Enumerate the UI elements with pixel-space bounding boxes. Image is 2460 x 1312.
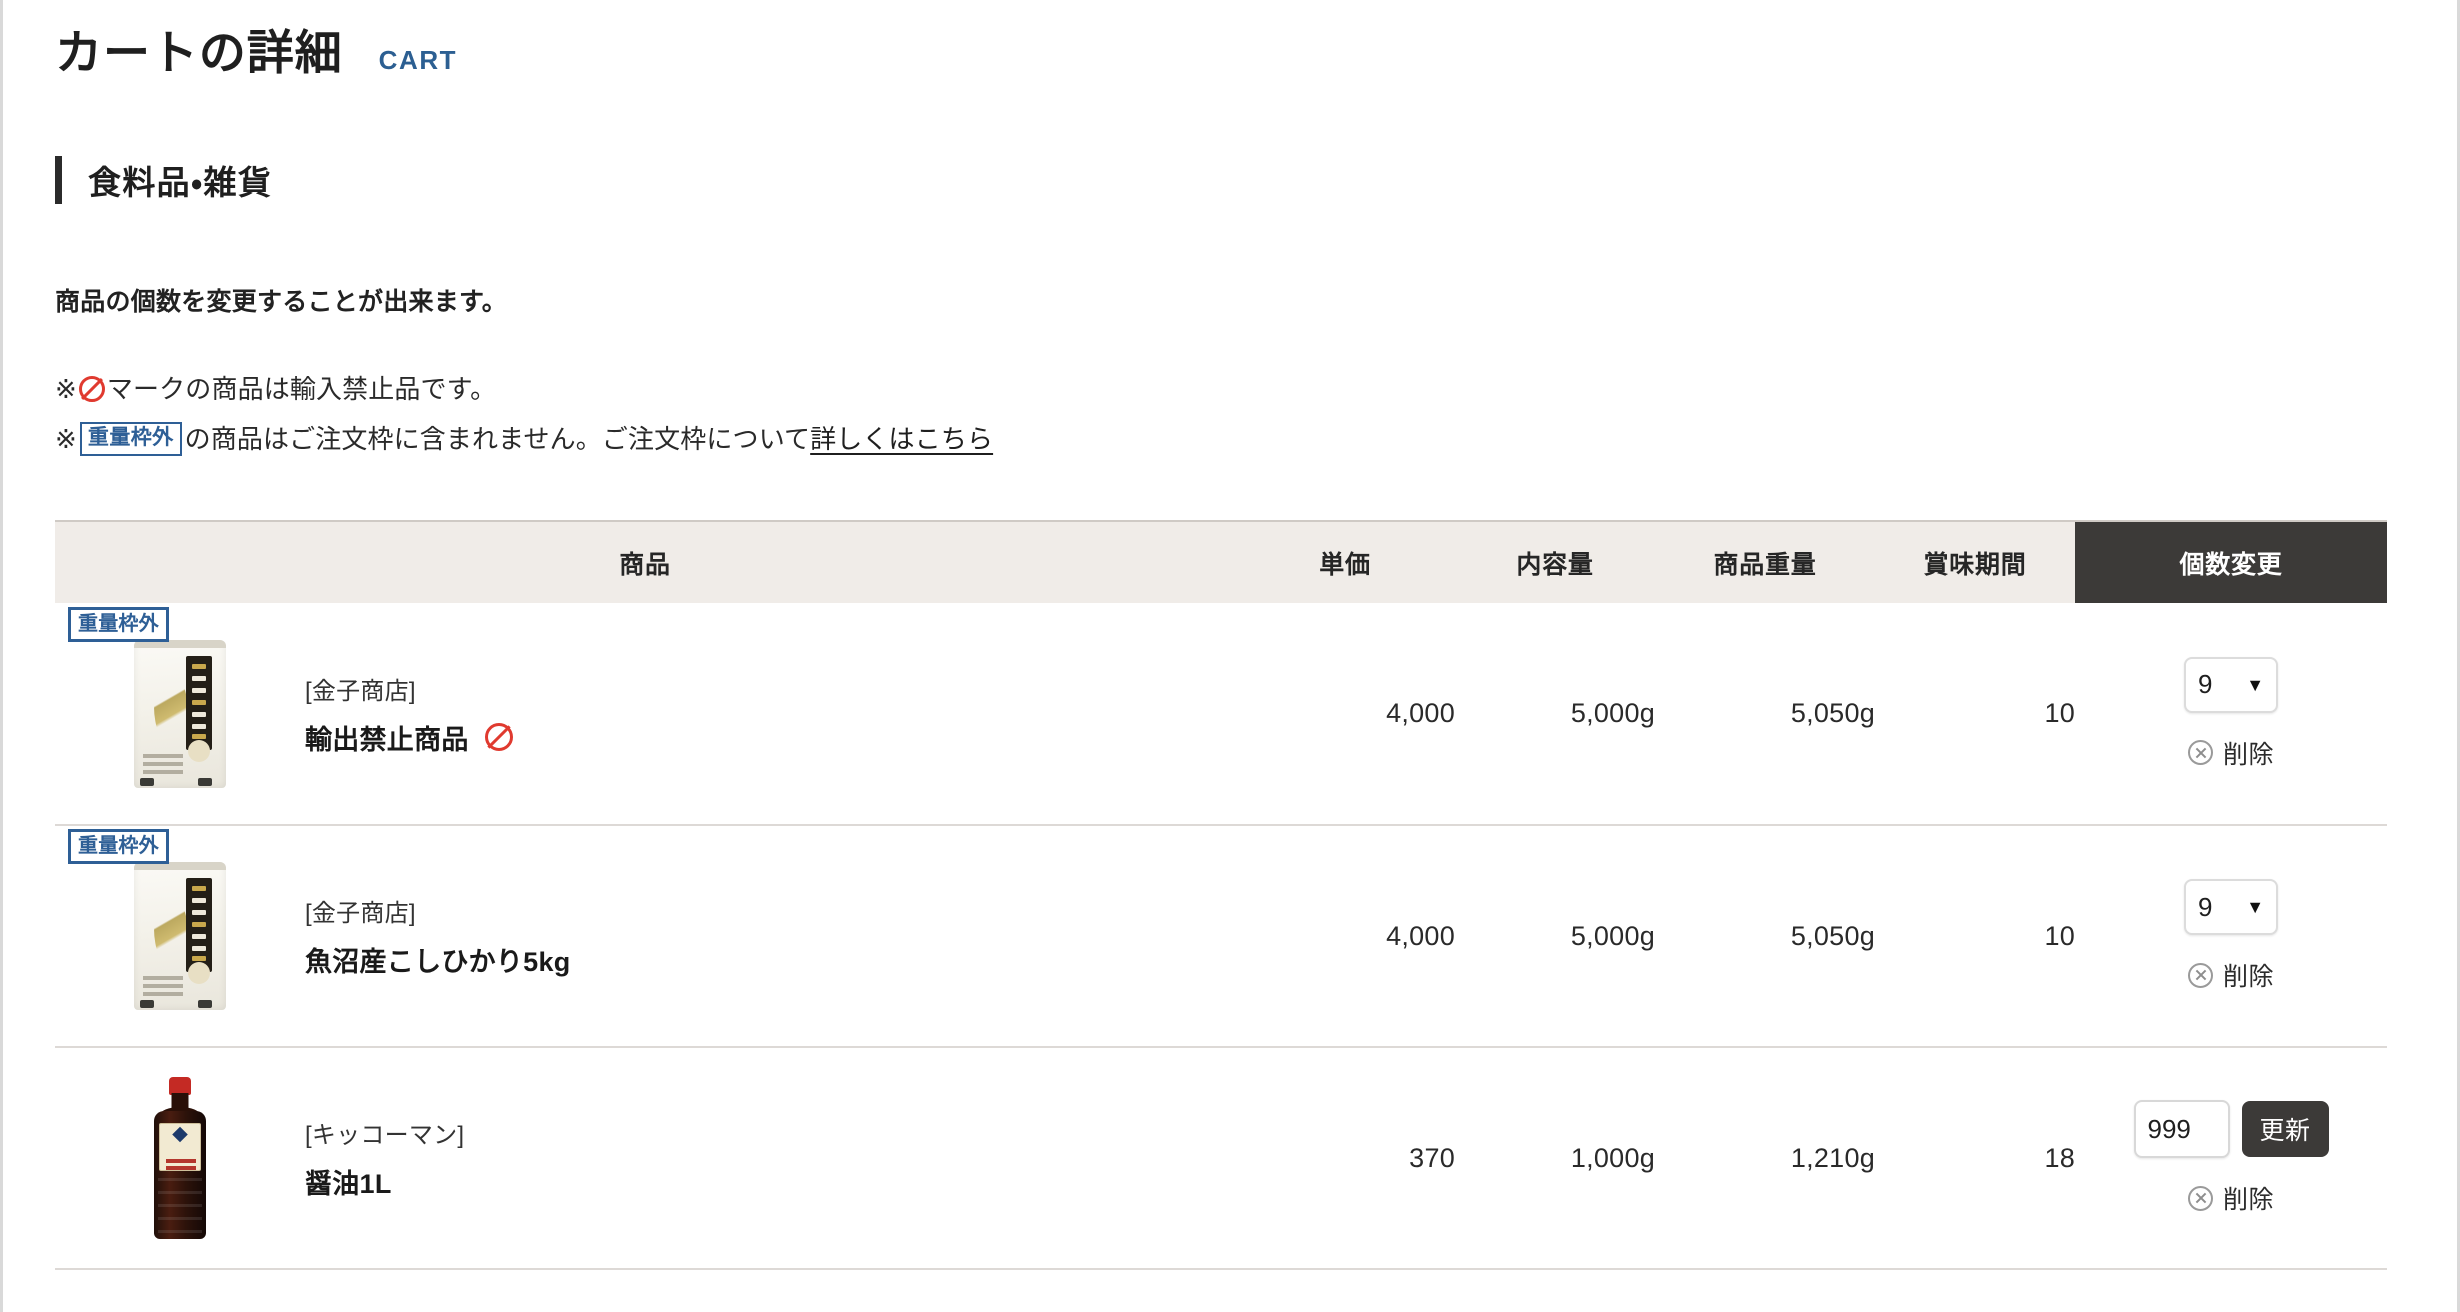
quantity-select[interactable]: 9 ▼ bbox=[2184, 879, 2279, 935]
notice-text-1: マークの商品は輸入禁止品です。 bbox=[106, 373, 497, 404]
section-heading: 食料品・雑貨 bbox=[55, 152, 2405, 208]
notice-prefix-1: ※ bbox=[55, 373, 77, 404]
notice-text-2: の商品はご注文枠に含まれません。ご注文枠について bbox=[184, 423, 811, 454]
table-row: 重量枠外 [金子商店] 輸出禁止商品 4,000 5,000g 5,050g 1… bbox=[55, 603, 2388, 826]
product-thumbnail-cell: 重量枠外 bbox=[55, 603, 305, 826]
product-name[interactable]: 輸出禁止商品 bbox=[305, 718, 1235, 757]
product-name-cell: [キッコーマン] 醤油1L bbox=[305, 1047, 1236, 1270]
section-accent-bar bbox=[55, 156, 62, 204]
weight-exempt-badge: 重量枠外 bbox=[68, 829, 169, 864]
volume: 5,000g bbox=[1455, 825, 1656, 1048]
lead-text: 商品の個数を変更することが出来ます。 bbox=[55, 288, 508, 316]
header-qty-change: 個数変更 bbox=[2075, 520, 2388, 603]
header-expiry: 賞味期間 bbox=[1875, 520, 2076, 603]
prohibition-icon bbox=[78, 376, 105, 402]
page-title: カートの詳細 bbox=[55, 26, 343, 79]
product-name-text: 魚沼産こしひかり5kg bbox=[305, 947, 571, 977]
delete-label: 削除 bbox=[2223, 740, 2275, 769]
header-volume: 内容量 bbox=[1455, 520, 1656, 603]
volume: 1,000g bbox=[1455, 1047, 1656, 1270]
volume: 5,000g bbox=[1455, 603, 1656, 826]
weight-exempt-badge: 重量枠外 bbox=[68, 606, 169, 642]
notice-weight-exempt: ※ 重量枠外 の商品はご注文枠に含まれません。ご注文枠について 詳しくはこちら bbox=[55, 414, 2405, 464]
header-product: 商品 bbox=[55, 520, 1236, 603]
quantity-value: 9 bbox=[2198, 891, 2213, 922]
table-row: 重量枠外 [金子商店] 魚沼産こしひかり5kg 4,000 5,000g 5,0… bbox=[55, 825, 2388, 1048]
close-icon bbox=[2188, 740, 2213, 765]
product-weight: 5,050g bbox=[1655, 825, 1876, 1048]
notice-banned-items: ※ マークの商品は輸入禁止品です。 bbox=[55, 364, 2405, 414]
shop-name: [金子商店] bbox=[305, 677, 416, 705]
delete-label: 削除 bbox=[2223, 963, 2275, 991]
unit-price: 370 bbox=[1235, 1047, 1456, 1270]
product-name[interactable]: 魚沼産こしひかり5kg bbox=[305, 940, 1235, 979]
soy-sauce-bottle-image[interactable] bbox=[154, 1077, 206, 1239]
delete-label: 削除 bbox=[2223, 1186, 2275, 1214]
unit-price: 4,000 bbox=[1235, 603, 1456, 826]
prohibition-icon bbox=[484, 723, 513, 751]
chevron-down-icon: ▼ bbox=[2246, 674, 2265, 695]
product-name-text: 醤油1L bbox=[305, 1169, 392, 1199]
delete-button[interactable]: 削除 bbox=[2075, 735, 2387, 771]
notice-block: ※ マークの商品は輸入禁止品です。 ※ 重量枠外 の商品はご注文枠に含まれません… bbox=[55, 364, 2405, 464]
qty-change-cell: 更新 削除 bbox=[2075, 1047, 2388, 1270]
qty-change-cell: 9 ▼ 削除 bbox=[2075, 825, 2388, 1048]
close-icon bbox=[2188, 1185, 2213, 1211]
product-thumbnail-cell: 重量枠外 bbox=[55, 825, 305, 1048]
expiry-period: 18 bbox=[1875, 1047, 2076, 1270]
quantity-value: 9 bbox=[2198, 669, 2213, 699]
table-row: [キッコーマン] 醤油1L 370 1,000g 1,210g 18 更新 bbox=[55, 1047, 2388, 1270]
rice-bag-image[interactable] bbox=[134, 639, 226, 788]
product-name-text: 輸出禁止商品 bbox=[305, 724, 469, 755]
update-button[interactable]: 更新 bbox=[2241, 1101, 2329, 1157]
product-name-cell: [金子商店] 魚沼産こしひかり5kg bbox=[305, 825, 1236, 1048]
chevron-down-icon: ▼ bbox=[2246, 897, 2265, 917]
rice-bag-image[interactable] bbox=[134, 862, 226, 1010]
product-name-cell: [金子商店] 輸出禁止商品 bbox=[305, 603, 1236, 826]
header-weight: 商品重量 bbox=[1655, 520, 1876, 603]
cart-table: 商品 単価 内容量 商品重量 賞味期間 個数変更 重量枠外 [金子商店] 輸出禁… bbox=[55, 520, 2388, 1270]
shop-name: [金子商店] bbox=[305, 900, 416, 927]
close-icon bbox=[2188, 962, 2213, 988]
page-title-en: CART bbox=[378, 45, 458, 75]
table-header-row: 商品 単価 内容量 商品重量 賞味期間 個数変更 bbox=[55, 520, 2388, 603]
expiry-period: 10 bbox=[1875, 603, 2076, 826]
product-name[interactable]: 醤油1L bbox=[305, 1162, 1235, 1201]
quantity-input[interactable] bbox=[2133, 1100, 2230, 1158]
qty-change-cell: 9 ▼ 削除 bbox=[2075, 603, 2388, 826]
weight-exempt-badge: 重量枠外 bbox=[79, 422, 182, 456]
section-title: 食料品・雑貨 bbox=[88, 164, 273, 201]
notice-prefix-2: ※ bbox=[55, 423, 77, 454]
shop-name: [キッコーマン] bbox=[305, 1122, 465, 1149]
order-limit-details-link[interactable]: 詳しくはこちら bbox=[810, 418, 993, 460]
unit-price: 4,000 bbox=[1235, 825, 1456, 1048]
expiry-period: 10 bbox=[1875, 825, 2076, 1048]
cart-page: カートの詳細 CART 食料品・雑貨 商品の個数を変更することが出来ます。 ※ … bbox=[0, 0, 2460, 1312]
header-unit-price: 単価 bbox=[1235, 520, 1456, 603]
product-weight: 5,050g bbox=[1655, 603, 1876, 826]
delete-button[interactable]: 削除 bbox=[2075, 957, 2387, 993]
delete-button[interactable]: 削除 bbox=[2075, 1180, 2387, 1216]
product-thumbnail-cell bbox=[55, 1047, 305, 1270]
page-header: カートの詳細 CART bbox=[55, 0, 2405, 104]
quantity-select[interactable]: 9 ▼ bbox=[2184, 656, 2279, 713]
product-weight: 1,210g bbox=[1655, 1047, 1876, 1270]
